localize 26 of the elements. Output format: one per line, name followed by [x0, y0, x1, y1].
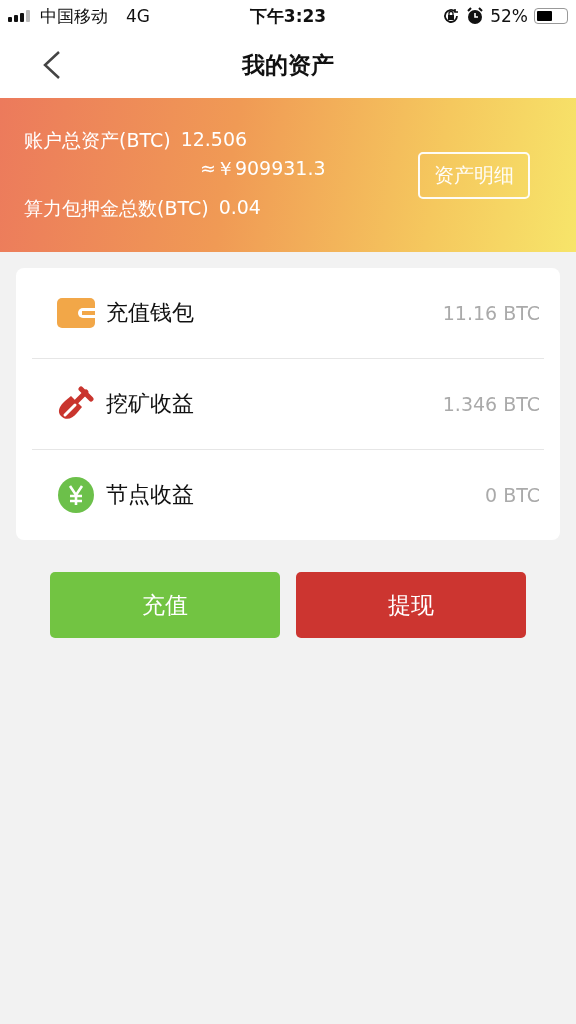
asset-label: 挖矿收益 — [106, 390, 195, 418]
total-assets-label: 账户总资产(BTC) — [24, 128, 171, 153]
deposit-value: 0.04 — [218, 196, 261, 220]
rotation-lock-icon — [442, 7, 461, 25]
alarm-icon — [466, 7, 485, 25]
asset-label: 节点收益 — [106, 481, 195, 509]
asset-amount: 11.16 BTC — [442, 302, 540, 324]
asset-row[interactable]: 节点收益 0 BTC — [32, 450, 544, 540]
asset-amount: 0 BTC — [485, 484, 540, 506]
asset-row[interactable]: 充值钱包 11.16 BTC — [32, 268, 544, 359]
network-type: 4G — [126, 6, 150, 26]
withdraw-button[interactable]: 提现 — [296, 572, 526, 638]
carrier-name: 中国移动 — [40, 4, 108, 28]
deposit-label: 算力包押金总数(BTC) — [24, 196, 209, 221]
page-title: 我的资产 — [242, 50, 334, 80]
asset-label: 充值钱包 — [106, 299, 195, 327]
shovel-icon — [57, 386, 95, 422]
converted-value: ≈￥909931.3 — [199, 156, 327, 181]
asset-row[interactable]: 挖矿收益 1.346 BTC — [32, 359, 544, 450]
clock-time: 下午3:23 — [249, 4, 327, 28]
total-assets-value: 12.506 — [180, 128, 248, 152]
yen-coin-icon — [58, 477, 94, 513]
asset-amount: 1.346 BTC — [442, 393, 540, 415]
wallet-icon — [57, 298, 95, 328]
battery-percent: 52% — [490, 6, 528, 26]
battery-icon — [534, 8, 568, 24]
